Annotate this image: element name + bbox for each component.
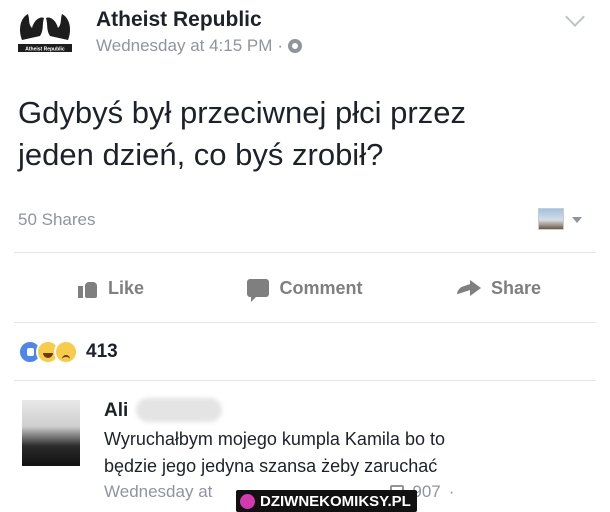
like-button[interactable]: Like [14, 266, 208, 310]
share-button[interactable]: Share [402, 266, 596, 310]
commenter-avatar[interactable] [22, 400, 80, 466]
page-name[interactable]: Atheist Republic [96, 8, 262, 32]
share-icon [457, 280, 481, 296]
share-label: Share [490, 277, 542, 298]
comment-timestamp[interactable]: Wednesday at [104, 482, 212, 502]
post-text: Gdybyś był przeciwnej płci przez jeden d… [18, 92, 598, 176]
comment-text-line-1: Wyruchałbym mojego kumpla Kamila bo to [104, 429, 445, 449]
meta-separator: · [277, 36, 284, 55]
globe-icon[interactable] [288, 39, 303, 53]
post-meta: Wednesday at 4:15 PM · [96, 36, 303, 56]
page-logo-text: Atheist Republic [25, 47, 65, 53]
watermark: DZIWNEKOMIKSY.PL [236, 490, 417, 512]
comment-meta-dot: · [448, 482, 455, 501]
blurred-surname [136, 398, 222, 422]
reactions-row[interactable]: 413 [18, 338, 118, 366]
post-timestamp[interactable]: Wednesday at 4:15 PM [96, 36, 272, 56]
watermark-logo-icon [240, 493, 255, 509]
shares-row: 50 Shares [18, 204, 588, 234]
actions-bar: Like Comment Share [14, 266, 596, 310]
comment-icon [247, 279, 270, 302]
comment-label: Comment [279, 277, 363, 298]
page-logo[interactable]: Atheist Republic [14, 6, 76, 62]
divider [14, 252, 596, 253]
divider [14, 322, 596, 323]
comment-text: Wyruchałbym mojego kumpla Kamila bo to b… [104, 426, 574, 480]
reactions-count[interactable]: 413 [86, 341, 118, 363]
chevron-down-icon[interactable] [565, 7, 585, 27]
post-header: Atheist Republic Atheist Republic Wednes… [14, 6, 594, 62]
post-text-line-1: Gdybyś był przeciwnej płci przez [18, 95, 466, 130]
like-icon [77, 278, 98, 298]
post-text-line-2: jeden dzień, co byś zrobił? [18, 137, 384, 172]
sad-reaction-icon [54, 340, 78, 364]
watermark-text: DZIWNEKOMIKSY.PL [260, 492, 411, 510]
comment-button[interactable]: Comment [208, 266, 402, 310]
caret-down-icon[interactable] [572, 217, 582, 223]
comment-author[interactable]: Ali [104, 400, 128, 422]
comment-text-line-2: będzie jego jedyna szansa żeby zaruchać [104, 456, 438, 476]
shares-count[interactable]: 50 Shares [18, 210, 96, 230]
like-label: Like [107, 277, 145, 298]
viewer-avatar[interactable] [538, 208, 564, 230]
divider [14, 380, 596, 381]
